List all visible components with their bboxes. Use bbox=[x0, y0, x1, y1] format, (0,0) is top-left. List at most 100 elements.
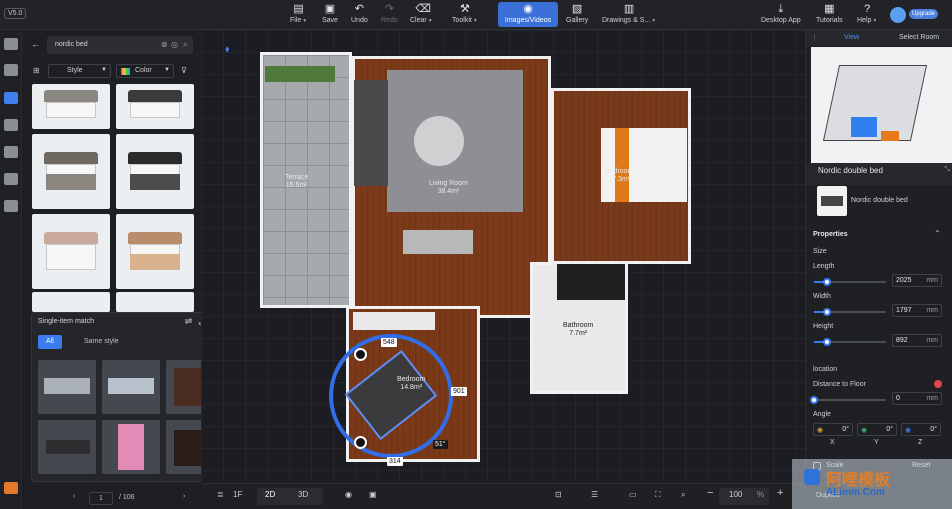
angle-x-field[interactable]: ◉ 0° bbox=[813, 423, 853, 436]
sort-icon[interactable]: ⇌ bbox=[185, 316, 199, 326]
zoom-in-button[interactable]: + bbox=[777, 487, 783, 499]
bed-thumbnail[interactable] bbox=[116, 292, 194, 312]
angle-y-field[interactable]: ◉ 0° bbox=[857, 423, 897, 436]
clear-search-icon[interactable]: ⊗ bbox=[161, 40, 168, 49]
left-rail bbox=[0, 30, 22, 509]
watermark: 阿哩模板 ALimm.Com bbox=[792, 459, 952, 509]
floors-icon[interactable]: ≣ bbox=[217, 490, 224, 499]
height-field[interactable]: 892 mm bbox=[892, 334, 942, 347]
angle-label: Angle bbox=[813, 411, 831, 418]
eye-icon[interactable]: ◉ bbox=[345, 490, 352, 499]
catalog-icon[interactable] bbox=[4, 119, 18, 131]
camera-search-icon[interactable]: ◎ bbox=[171, 40, 178, 49]
resize-handle[interactable] bbox=[354, 348, 367, 361]
bed-thumbnail[interactable] bbox=[32, 84, 110, 129]
zoom-out-button[interactable]: − bbox=[707, 487, 713, 499]
next-page-icon[interactable]: › bbox=[183, 493, 185, 500]
drawings-button[interactable]: ▥ Drawings & S...▼ bbox=[602, 3, 656, 24]
lock-icon[interactable] bbox=[934, 380, 942, 388]
tutorials-button[interactable]: ▦ Tutorials bbox=[816, 3, 843, 24]
tab-select-room[interactable]: Select Room bbox=[899, 34, 939, 41]
length-slider-knob[interactable] bbox=[822, 278, 831, 286]
file-button[interactable]: ▤ File▼ bbox=[290, 3, 307, 24]
distance-slider[interactable] bbox=[810, 396, 886, 404]
match-item[interactable] bbox=[102, 360, 160, 414]
back-arrow-icon[interactable]: ← bbox=[31, 39, 40, 49]
tab-all[interactable]: All bbox=[38, 335, 62, 349]
chat-icon[interactable] bbox=[4, 482, 18, 494]
home-icon[interactable] bbox=[4, 146, 18, 158]
view-3d-button[interactable]: 3D bbox=[298, 490, 308, 499]
zoom-area-icon[interactable]: ⌕ bbox=[681, 490, 685, 500]
tab-same-style[interactable]: Same style bbox=[76, 335, 127, 349]
match-item[interactable] bbox=[102, 420, 160, 474]
resize-handle[interactable] bbox=[354, 436, 367, 449]
pagination: ‹ 1 / 106 › bbox=[23, 489, 200, 509]
height-slider[interactable] bbox=[814, 338, 886, 346]
width-slider[interactable] bbox=[814, 308, 886, 316]
bed-thumbnail[interactable] bbox=[116, 214, 194, 289]
avatar[interactable] bbox=[890, 7, 906, 23]
match-item[interactable] bbox=[38, 420, 96, 474]
cube-icon[interactable]: ▣ bbox=[369, 490, 377, 499]
angle-z-field[interactable]: ◉ 0° bbox=[901, 423, 941, 436]
images-videos-button[interactable]: ◉ Images/Videos bbox=[498, 2, 558, 27]
dimension-label[interactable]: 548 bbox=[381, 338, 397, 347]
length-field[interactable]: 2025 mm bbox=[892, 274, 942, 287]
prev-page-icon[interactable]: ‹ bbox=[73, 493, 75, 500]
clear-button[interactable]: ⌫ Clear▼ bbox=[410, 3, 433, 24]
layers-icon[interactable] bbox=[4, 64, 18, 76]
properties-heading: Properties bbox=[813, 231, 848, 238]
gallery-button[interactable]: ▧ Gallery bbox=[566, 3, 588, 24]
dimension-label[interactable]: 901 bbox=[451, 387, 467, 396]
redo-button[interactable]: ↷ Redo bbox=[381, 3, 398, 24]
floor-label[interactable]: 1F bbox=[233, 490, 242, 499]
undo-icon: ↶ bbox=[354, 3, 364, 15]
filter-icon[interactable]: ⊽ bbox=[181, 66, 187, 75]
width-field[interactable]: 1797 mm bbox=[892, 304, 942, 317]
style-filter[interactable]: Style ▼ bbox=[48, 64, 111, 78]
3d-preview[interactable] bbox=[811, 47, 952, 171]
length-slider[interactable] bbox=[814, 278, 886, 286]
chevron-up-icon[interactable]: ⌃ bbox=[934, 229, 941, 238]
user-icon[interactable] bbox=[4, 173, 18, 185]
bed-thumbnail[interactable] bbox=[32, 134, 110, 209]
dimension-label[interactable]: 314 bbox=[387, 457, 403, 466]
bed-thumbnail[interactable] bbox=[116, 134, 194, 209]
upgrade-button[interactable]: Upgrade bbox=[909, 9, 939, 19]
width-slider-knob[interactable] bbox=[822, 308, 831, 316]
storage-icon[interactable] bbox=[4, 200, 18, 212]
zoom-unit: % bbox=[757, 490, 765, 499]
collapse-icon[interactable]: ⤡ bbox=[944, 166, 950, 174]
match-item[interactable] bbox=[38, 360, 96, 414]
grid-view-icon[interactable]: ⊞ bbox=[33, 66, 40, 75]
desktop-app-button[interactable]: ⤓ Desktop App bbox=[761, 3, 801, 24]
floorplan-canvas[interactable]: ⬧ Terrace 15.5m² Living Room 38.4m² Bedroo… bbox=[201, 30, 805, 483]
distance-slider-knob[interactable] bbox=[810, 396, 818, 404]
tab-view[interactable]: View bbox=[844, 34, 859, 41]
page-number-input[interactable]: 1 bbox=[89, 492, 113, 505]
height-slider-knob[interactable] bbox=[822, 338, 831, 346]
color-filter[interactable]: Color ▼ bbox=[116, 64, 174, 78]
structure-icon[interactable] bbox=[4, 38, 18, 50]
settings-icon[interactable]: ☰ bbox=[591, 490, 598, 499]
room-label: Bathroom 7.7m² bbox=[563, 322, 594, 337]
view-2d-button[interactable]: 2D bbox=[265, 490, 275, 499]
help-icon: ? bbox=[864, 3, 871, 15]
screen-icon[interactable]: ▭ bbox=[629, 490, 637, 499]
fit-view-icon[interactable]: ⛶ bbox=[655, 490, 661, 500]
help-button[interactable]: ? Help▼ bbox=[857, 3, 877, 24]
furniture-icon[interactable] bbox=[4, 92, 18, 104]
search-input[interactable]: nordic bed ⊗ ◎ ⌕ bbox=[47, 36, 193, 54]
bed-thumbnail[interactable] bbox=[32, 292, 110, 312]
bed-thumbnail[interactable] bbox=[32, 214, 110, 289]
lock-icon[interactable]: ⊡ bbox=[555, 490, 562, 499]
save-button[interactable]: ▣ Save bbox=[322, 3, 338, 24]
distance-field[interactable]: 0 mm bbox=[892, 392, 942, 405]
undo-button[interactable]: ↶ Undo bbox=[351, 3, 368, 24]
search-icon[interactable]: ⌕ bbox=[183, 40, 187, 50]
toolkit-button[interactable]: ⚒ Toolkit▼ bbox=[452, 3, 478, 24]
zoom-value[interactable]: 100 bbox=[729, 490, 742, 499]
drag-handle-icon[interactable]: ⋮ bbox=[811, 34, 818, 42]
bed-thumbnail[interactable] bbox=[116, 84, 194, 129]
